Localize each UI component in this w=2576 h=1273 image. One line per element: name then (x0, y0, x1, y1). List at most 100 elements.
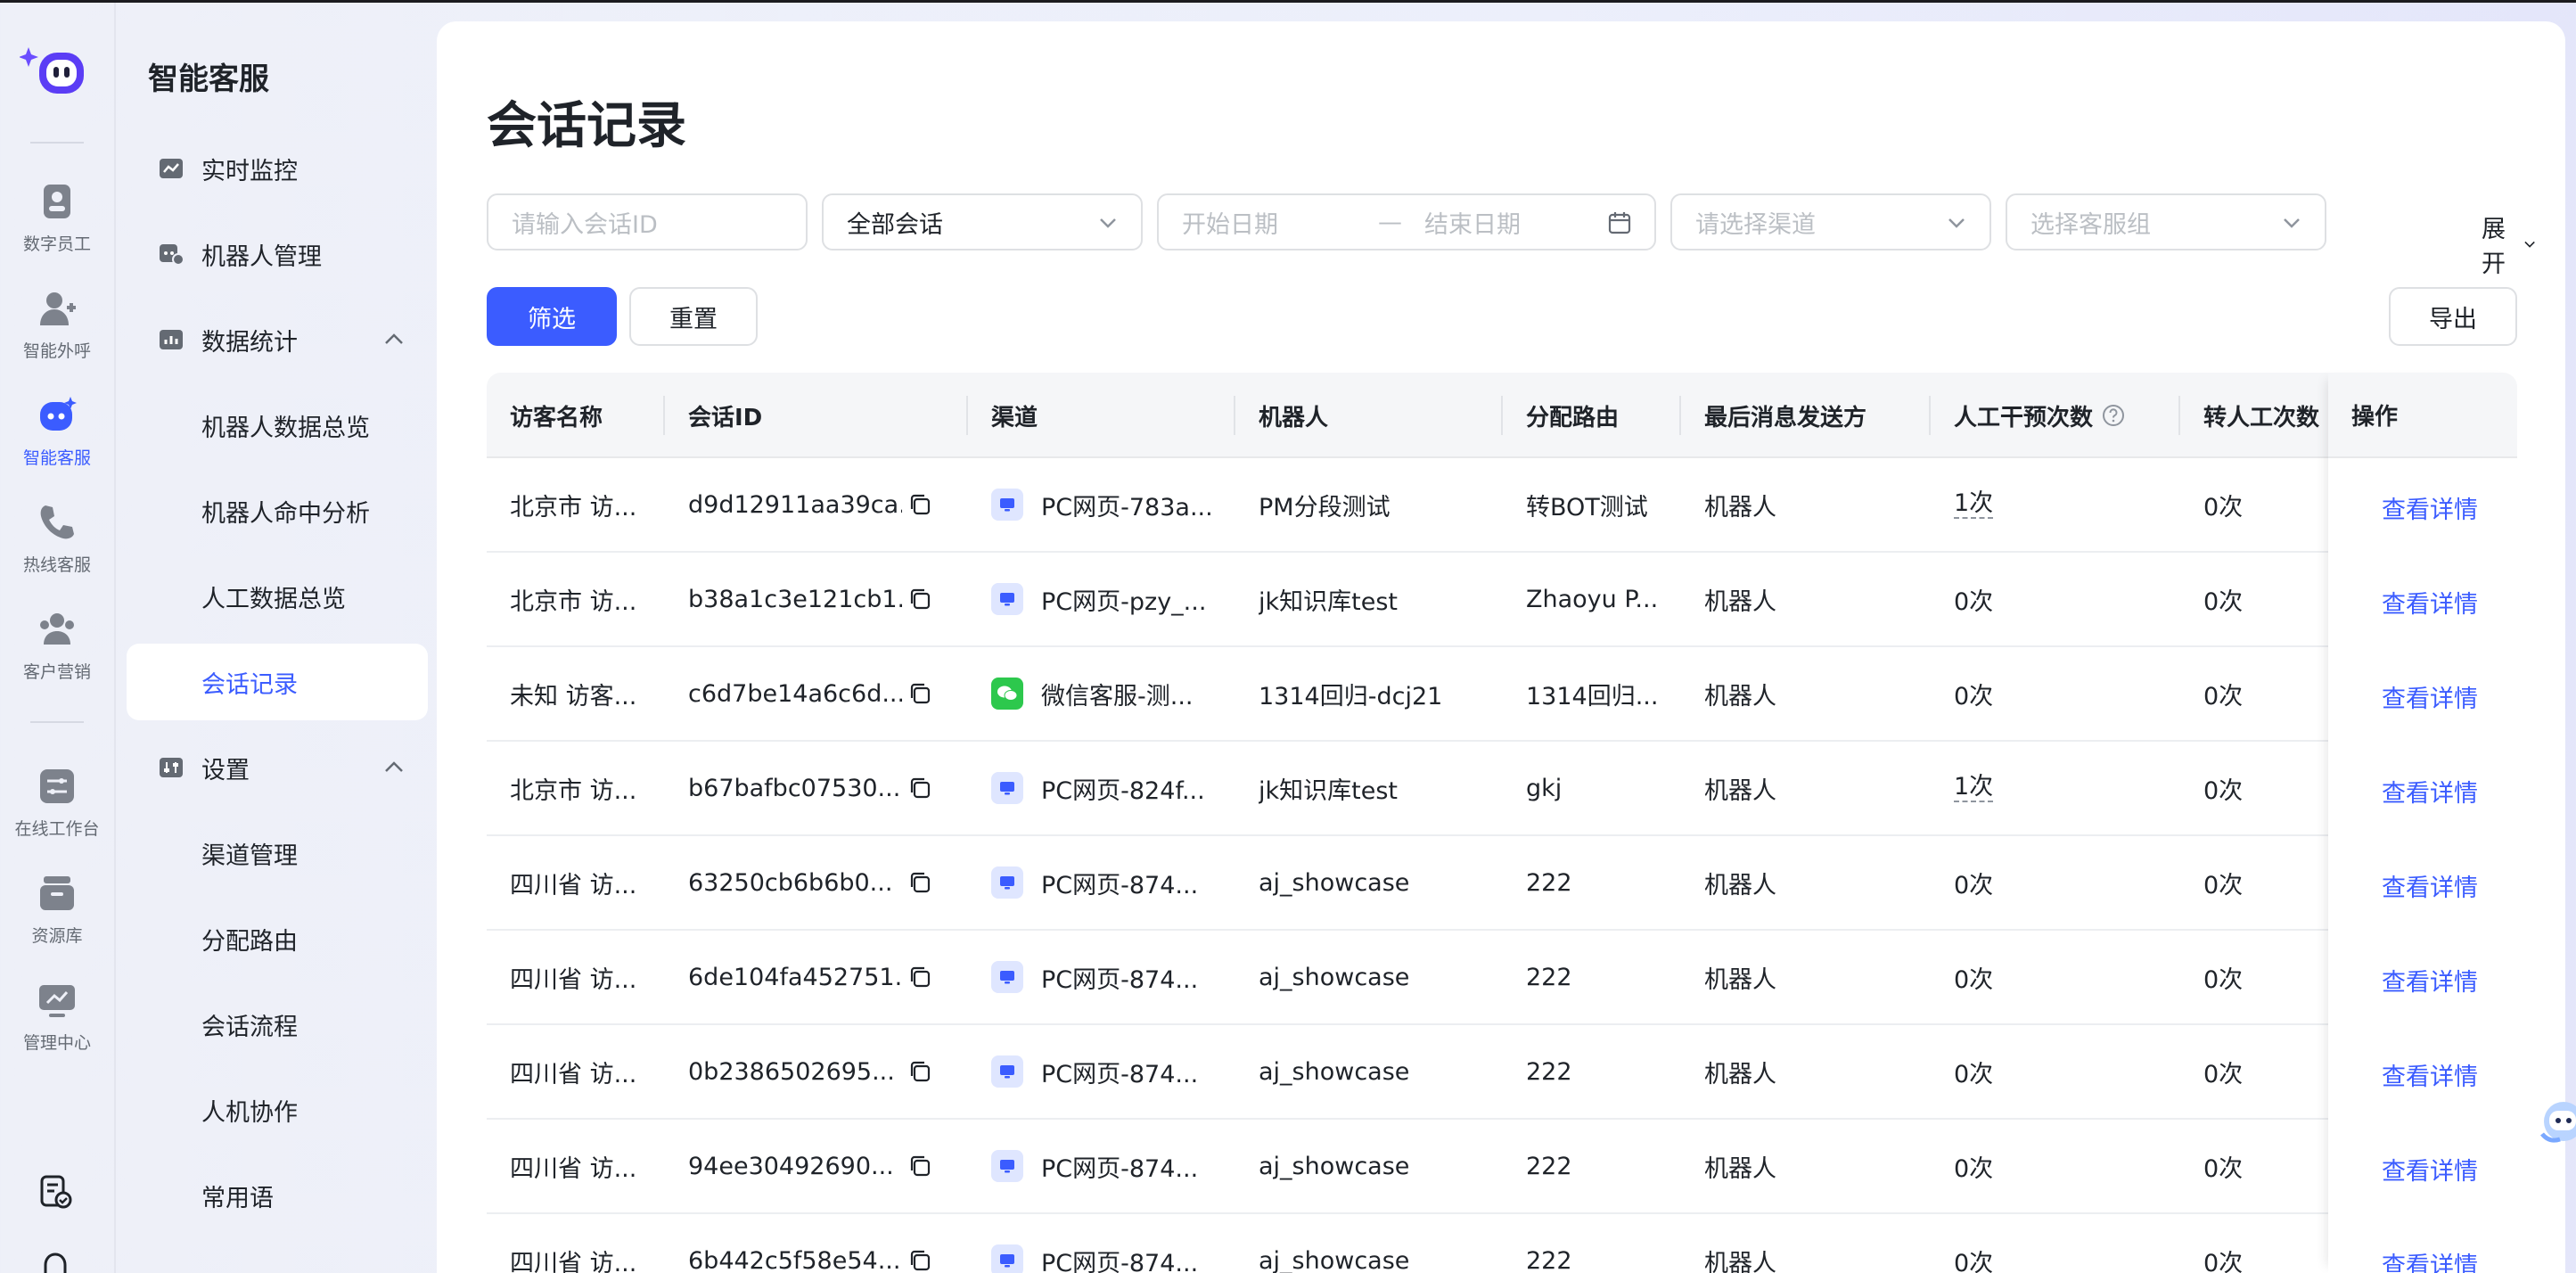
table-row: 四川省 访... 94ee30492690... PC网页-874... aj_… (487, 1120, 2517, 1214)
channel-select[interactable]: 请选择渠道 (1670, 193, 1991, 250)
rail-item-workbench[interactable]: 在线工作台 (0, 766, 114, 864)
rail-item-digital-employee[interactable]: 数字员工 (0, 181, 114, 279)
menu-item-human-data-overview[interactable]: 人工数据总览 (127, 558, 428, 635)
assistant-mascot-icon[interactable] (2537, 1095, 2576, 1157)
copy-icon[interactable] (907, 1248, 932, 1273)
document-check-icon[interactable] (37, 1174, 73, 1210)
intervene-count: 0次 (1954, 682, 1994, 710)
session-id: b67bafbc07530... (688, 774, 901, 802)
menu-item-channel-management[interactable]: 渠道管理 (127, 815, 428, 891)
column-header-channel[interactable]: 渠道 (991, 373, 1038, 458)
session-id-input[interactable]: 请输入会话ID (487, 193, 808, 250)
menu-item-common-phrases[interactable]: 常用语 (127, 1157, 428, 1234)
monitor-chart-icon (160, 159, 183, 178)
menu-item-robot-hit-analysis[interactable]: 机器人命中分析 (127, 472, 428, 549)
rail-item-admin[interactable]: 管理中心 (0, 980, 114, 1078)
session-id: c6d7be14a6c6d... (688, 679, 902, 708)
table-row: 四川省 访... 6de104fa452751... PC网页-874... a… (487, 931, 2517, 1025)
column-header-route[interactable]: 分配路由 (1526, 373, 1619, 458)
visitor-name: 四川省 访... (510, 1249, 637, 1273)
outbound-call-icon (40, 292, 76, 325)
copy-icon[interactable] (907, 776, 932, 801)
chevron-up-icon (385, 333, 403, 344)
menu-item-settings[interactable]: 设置 (127, 729, 428, 806)
view-details-link[interactable]: 查看详情 (2382, 1152, 2478, 1187)
session-id: 6de104fa452751... (688, 963, 902, 991)
copy-icon[interactable] (907, 1154, 932, 1179)
intervene-count: 0次 (1954, 871, 1994, 899)
route-name: 222 (1526, 963, 1572, 991)
column-header-robot[interactable]: 机器人 (1259, 373, 1328, 458)
date-range-picker[interactable]: 开始日期 — 结束日期 (1157, 193, 1656, 250)
column-header-visitor[interactable]: 访客名称 (510, 373, 603, 458)
channel-cell: PC网页-874... (991, 836, 1223, 929)
column-header-last-sender[interactable]: 最后消息发送方 (1704, 373, 1866, 458)
main-panel: 会话记录 请输入会话ID 全部会话 开始日期 — 结束日期 请选择渠道 选择客服… (437, 21, 2565, 1273)
service-group-select[interactable]: 选择客服组 (2006, 193, 2326, 250)
last-sender: 机器人 (1704, 682, 1776, 710)
session-type-select[interactable]: 全部会话 (822, 193, 1143, 250)
chevron-down-icon (1100, 218, 1116, 228)
pc-web-icon (991, 489, 1023, 521)
menu-item-session-flow[interactable]: 会话流程 (127, 986, 428, 1063)
intervene-count: 0次 (1954, 1154, 1994, 1183)
column-header-transfer[interactable]: 转人工次数 (2203, 373, 2319, 458)
column-header-session-id[interactable]: 会话ID (688, 373, 762, 458)
rail-divider (30, 721, 84, 723)
menu-item-robot-management[interactable]: 机器人管理 (127, 216, 428, 292)
visitor-name: 北京市 访... (510, 776, 637, 805)
intervene-count: 0次 (1954, 1060, 1994, 1088)
workbench-icon (40, 769, 74, 803)
intervene-count: 0次 (1954, 1249, 1994, 1273)
menu-item-routing[interactable]: 分配路由 (127, 900, 428, 977)
rail-item-label: 在线工作台 (14, 819, 100, 839)
pc-web-icon (991, 772, 1023, 804)
export-button[interactable]: 导出 (2389, 287, 2517, 346)
rail-item-marketing[interactable]: 客户营销 (0, 609, 114, 707)
table-row: 北京市 访... d9d12911aa39ca... PC网页-783a... … (487, 458, 2517, 553)
copy-icon[interactable] (907, 965, 932, 990)
copy-icon[interactable] (907, 587, 932, 612)
route-name: 1314回归... (1526, 682, 1659, 710)
route-name: Zhaoyu P... (1526, 585, 1659, 613)
view-details-link[interactable]: 查看详情 (2382, 774, 2478, 809)
last-sender: 机器人 (1704, 871, 1776, 899)
transfer-count: 0次 (2203, 493, 2244, 522)
view-details-link[interactable]: 查看详情 (2382, 490, 2478, 525)
view-details-link[interactable]: 查看详情 (2382, 868, 2478, 903)
transfer-count: 0次 (2203, 682, 2244, 710)
column-header-action: 操作 (2328, 373, 2517, 458)
menu-item-data-statistics[interactable]: 数据统计 (127, 301, 428, 378)
copy-icon[interactable] (907, 492, 932, 517)
rail-item-hotline[interactable]: 热线客服 (0, 502, 114, 600)
view-details-link[interactable]: 查看详情 (2382, 1246, 2478, 1273)
view-details-link[interactable]: 查看详情 (2382, 1057, 2478, 1092)
menu-item-robot-data-overview[interactable]: 机器人数据总览 (127, 387, 428, 464)
view-details-link[interactable]: 查看详情 (2382, 585, 2478, 620)
transfer-count: 0次 (2203, 1154, 2244, 1183)
help-circle-icon[interactable] (2102, 404, 2125, 427)
copy-icon[interactable] (907, 1059, 932, 1084)
view-details-link[interactable]: 查看详情 (2382, 679, 2478, 714)
column-header-intervene[interactable]: 人工干预次数 (1954, 373, 2125, 458)
copy-icon[interactable] (907, 681, 932, 706)
app-logo-icon[interactable] (19, 42, 91, 104)
copy-icon[interactable] (907, 870, 932, 895)
menu-item-human-machine[interactable]: 人机协作 (127, 1072, 428, 1148)
rail-item-resources[interactable]: 资源库 (0, 873, 114, 971)
chevron-down-icon (2524, 241, 2535, 248)
robot-name: aj_showcase (1259, 1152, 1410, 1180)
menu-item-session-records[interactable]: 会话记录 (127, 644, 428, 720)
filter-button[interactable]: 筛选 (487, 287, 617, 346)
rail-item-outbound[interactable]: 智能外呼 (0, 288, 114, 386)
reset-button[interactable]: 重置 (629, 287, 758, 346)
expand-filters-toggle[interactable]: 展开 (2482, 209, 2536, 279)
session-id: 6b442c5f58e54... (688, 1246, 901, 1273)
session-id: 94ee30492690... (688, 1152, 894, 1180)
menu-item-realtime-monitor[interactable]: 实时监控 (127, 130, 428, 207)
rail-item-label: 客户营销 (22, 662, 91, 682)
notification-bell-icon[interactable] (39, 1252, 71, 1273)
rail-item-smart-service[interactable]: 智能客服 (0, 395, 114, 493)
view-details-link[interactable]: 查看详情 (2382, 963, 2478, 998)
hotline-icon (40, 505, 74, 539)
